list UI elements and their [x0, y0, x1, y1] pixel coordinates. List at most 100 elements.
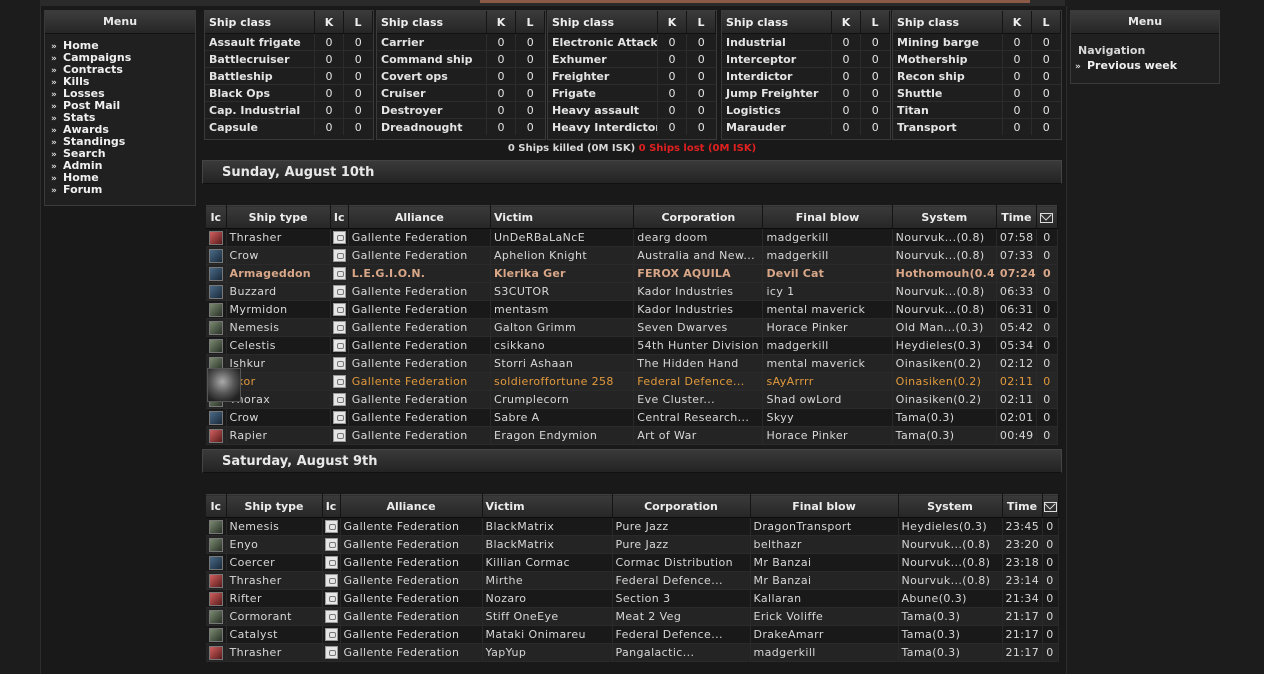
final-blow-pilot[interactable]: mental maverick: [762, 354, 893, 373]
ship-icon[interactable]: [208, 320, 223, 335]
victim-name[interactable]: Mataki Onimareu: [482, 625, 613, 644]
ship-icon[interactable]: [208, 555, 223, 570]
system-header[interactable]: System: [898, 494, 1003, 518]
corporation-name[interactable]: dearg doom: [633, 228, 764, 247]
final-blow-pilot[interactable]: DrakeAmarr: [750, 625, 899, 644]
corporation-name[interactable]: Pangalactic...: [612, 643, 751, 662]
ship-icon-cell[interactable]: [206, 517, 227, 536]
ship-icon[interactable]: [208, 428, 223, 443]
ship-type[interactable]: Nemesis: [226, 318, 331, 337]
ship-class-name[interactable]: Black Ops: [205, 84, 315, 102]
system-name[interactable]: Hothomouh(0.4): [892, 264, 997, 283]
ship-icon-cell[interactable]: [206, 571, 227, 590]
alliance-logo-icon[interactable]: [324, 592, 338, 606]
corporation-name[interactable]: Federal Defence...: [612, 571, 751, 590]
alliance-header[interactable]: Alliance: [340, 494, 483, 518]
alliance-logo-icon[interactable]: [332, 231, 346, 245]
final-blow-pilot[interactable]: mental maverick: [762, 300, 893, 319]
ship-icon[interactable]: [208, 537, 223, 552]
ship-class-name[interactable]: Titan: [893, 101, 1003, 119]
alliance-name[interactable]: Gallente Federation: [340, 625, 483, 644]
kill-time[interactable]: 06:31: [996, 300, 1037, 319]
ship-class-name[interactable]: Interdictor: [722, 67, 832, 85]
alliance-icon-cell[interactable]: [330, 246, 349, 265]
menu-item[interactable]: » Forum: [51, 183, 195, 197]
corporation-name[interactable]: Kador Industries: [633, 282, 764, 301]
comment-count[interactable]: 0: [1042, 643, 1059, 662]
ship-icon-cell[interactable]: [206, 607, 227, 626]
system-name[interactable]: Tama(0.3): [898, 643, 1003, 662]
alliance-name[interactable]: Gallente Federation: [348, 282, 491, 301]
kill-time[interactable]: 02:01: [996, 408, 1037, 427]
system-name[interactable]: Oinasiken(0.2): [892, 390, 997, 409]
kill-row[interactable]: Celestis Gallente Federation csikkano 54th …: [206, 336, 1059, 355]
alliance-icon-cell[interactable]: [330, 336, 349, 355]
ship-class-name[interactable]: Cap. Industrial: [205, 101, 315, 119]
alliance-name[interactable]: Gallente Federation: [340, 589, 483, 608]
system-name[interactable]: Nourvuk...(0.8): [892, 282, 997, 301]
victim-name[interactable]: Crumplecorn: [490, 390, 635, 409]
alliance-name[interactable]: Gallente Federation: [348, 408, 491, 427]
kill-time[interactable]: 05:42: [996, 318, 1037, 337]
alliance-icon-cell[interactable]: [322, 553, 341, 572]
ship-type[interactable]: Exor: [226, 372, 331, 391]
alliance-icon-cell[interactable]: [322, 607, 341, 626]
kill-time[interactable]: 21:17: [1002, 643, 1043, 662]
ship-type[interactable]: Rapier: [226, 426, 331, 445]
ship-icon[interactable]: [208, 284, 223, 299]
comment-count[interactable]: 0: [1036, 246, 1059, 265]
kill-row[interactable]: Cormorant Gallente Federation Stiff OneEye…: [206, 607, 1059, 626]
ship-type[interactable]: Buzzard: [226, 282, 331, 301]
ship-class-name[interactable]: Mining barge: [893, 33, 1003, 51]
victim-name[interactable]: Klerika Ger: [490, 264, 635, 283]
alliance-name[interactable]: Gallente Federation: [348, 318, 491, 337]
ship-icon-cell[interactable]: [206, 246, 227, 265]
comment-count[interactable]: 0: [1036, 408, 1059, 427]
kill-row[interactable]: Thrasher Gallente Federation YapYup Pangala…: [206, 643, 1059, 662]
alliance-icon-cell[interactable]: [322, 517, 341, 536]
ship-type[interactable]: Ishkur: [226, 354, 331, 373]
ship-icon-cell[interactable]: [206, 553, 227, 572]
menu-item-label[interactable]: Forum: [63, 183, 102, 196]
corporation-name[interactable]: Meat 2 Veg: [612, 607, 751, 626]
final-blow-pilot[interactable]: madgerkill: [762, 228, 893, 247]
alliance-icon-header[interactable]: Ic: [330, 205, 349, 229]
alliance-logo-icon[interactable]: [332, 375, 346, 389]
ship-icon-cell[interactable]: [206, 535, 227, 554]
ship-icon[interactable]: [208, 230, 223, 245]
victim-name[interactable]: Storri Ashaan: [490, 354, 635, 373]
alliance-icon-cell[interactable]: [330, 300, 349, 319]
final-blow-pilot[interactable]: sAyArrrr: [762, 372, 893, 391]
kill-row[interactable]: Buzzard Gallente Federation S3CUTOR Kador I…: [206, 282, 1059, 301]
alliance-name[interactable]: Gallente Federation: [348, 354, 491, 373]
system-name[interactable]: Tama(0.3): [898, 625, 1003, 644]
corporation-name[interactable]: Cormac Distribution: [612, 553, 751, 572]
kill-time[interactable]: 02:12: [996, 354, 1037, 373]
system-name[interactable]: Nourvuk...(0.8): [892, 246, 997, 265]
kill-row[interactable]: Rapier Gallente Federation Eragon Endymion…: [206, 426, 1059, 445]
comment-count[interactable]: 0: [1036, 336, 1059, 355]
ship-icon-cell[interactable]: [206, 282, 227, 301]
ship-type[interactable]: Crow: [226, 246, 331, 265]
alliance-name[interactable]: Gallente Federation: [348, 228, 491, 247]
corporation-name[interactable]: Pure Jazz: [612, 517, 751, 536]
ship-icon-cell[interactable]: [206, 300, 227, 319]
alliance-name[interactable]: Gallente Federation: [348, 300, 491, 319]
victim-name[interactable]: soldieroffortune 258: [490, 372, 635, 391]
system-name[interactable]: Tama(0.3): [892, 426, 997, 445]
system-name[interactable]: Oinasiken(0.2): [892, 354, 997, 373]
ship-class-name[interactable]: Heavy assault: [548, 101, 658, 119]
system-name[interactable]: Old Man...(0.3): [892, 318, 997, 337]
alliance-name[interactable]: Gallente Federation: [340, 643, 483, 662]
system-name[interactable]: Tama(0.3): [898, 607, 1003, 626]
alliance-icon-cell[interactable]: [322, 571, 341, 590]
ship-type[interactable]: Cormorant: [226, 607, 323, 626]
kill-time[interactable]: 00:49: [996, 426, 1037, 445]
ship-icon[interactable]: [208, 573, 223, 588]
victim-name[interactable]: YapYup: [482, 643, 613, 662]
ship-icon[interactable]: [208, 609, 223, 624]
kill-time[interactable]: 21:34: [1002, 589, 1043, 608]
comments-header[interactable]: [1042, 494, 1059, 518]
alliance-name[interactable]: L.E.G.I.O.N.: [348, 264, 491, 283]
kill-row[interactable]: Enyo Gallente Federation BlackMatrix Pure J…: [206, 535, 1059, 554]
